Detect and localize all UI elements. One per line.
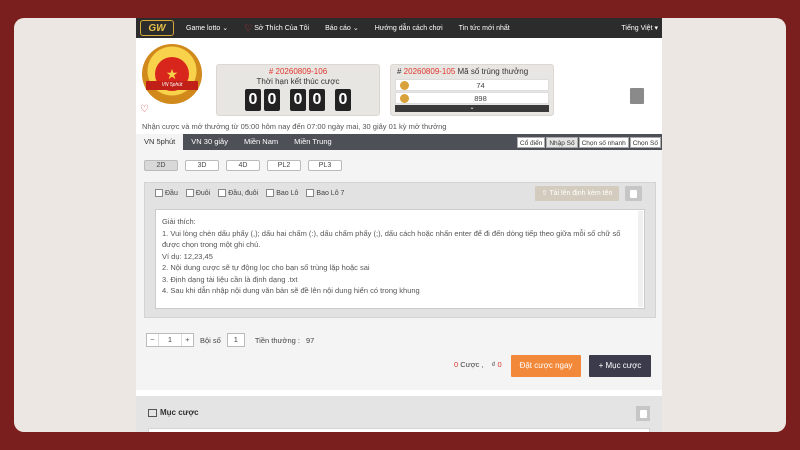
prize-value: 97 xyxy=(305,335,315,345)
game-header: ★ VN 5phút ♡ # 20260809-106 Thời hạn kết… xyxy=(136,38,662,134)
bet-options: Đầu Đuôi Đầu, đuôi Bao Lô Bao Lô 7 xyxy=(155,189,344,197)
countdown-digit: 0 xyxy=(290,89,306,111)
chevron-down-icon: ⌄ xyxy=(352,25,359,32)
quantity-stepper: − 1 + xyxy=(146,333,194,347)
top-nav: GW Game lotto ⌄ ♡ Sở Thích Của Tôi Báo cáo… xyxy=(136,18,662,38)
upload-file-button[interactable]: ⇧ Tải lên định kèm tên xyxy=(535,186,619,201)
trash-icon xyxy=(630,189,637,198)
badge-label: VN 5phút xyxy=(146,81,198,90)
bet-form: 2D 3D 4D PL2 PL3 Đầu Đuôi Đầu, đuôi Bao … xyxy=(136,150,662,432)
multiplier-label: Bội số xyxy=(200,335,221,345)
schedule-notice: Nhận cược và mở thưởng từ 05:00 hôm nay … xyxy=(142,122,447,131)
countdown-digit: 0 xyxy=(309,89,325,111)
bet-list xyxy=(148,428,650,432)
game-tabs: VN 5phút VN 30 giây Miền Nam Miền Trung … xyxy=(136,134,662,150)
list-icon xyxy=(148,408,157,417)
result-card: # 20260809-105 Mã số trúng thưởng 74 898… xyxy=(390,64,554,116)
chevron-down-icon: ⌄ xyxy=(222,25,229,32)
countdown-digit: 0 xyxy=(264,89,280,111)
digit-type-4d[interactable]: 4D xyxy=(226,160,260,171)
checkbox[interactable] xyxy=(266,189,275,197)
nav-report[interactable]: Báo cáo ⌄ xyxy=(325,24,359,33)
quantity-value[interactable]: 1 xyxy=(158,334,182,346)
checkbox[interactable] xyxy=(306,189,315,197)
mode-quick-pick-button[interactable]: Chọn số nhanh xyxy=(578,136,629,148)
countdown-digit: 0 xyxy=(335,89,351,111)
nav-game-lotto[interactable]: Game lotto ⌄ xyxy=(186,24,229,33)
digit-type-selector: 2D 3D 4D PL2 PL3 xyxy=(144,160,342,171)
expand-results-chevron-icon[interactable]: ⌄ xyxy=(395,105,549,112)
prize-label: Tiền thưởng : xyxy=(254,335,300,345)
number-entry-panel: Đầu Đuôi Đầu, đuôi Bao Lô Bao Lô 7 ⇧ Tải… xyxy=(144,182,656,318)
checkbox[interactable] xyxy=(218,189,227,197)
bet-controls: − 1 + Bội số 1 Tiền thưởng : 97 xyxy=(146,333,314,347)
document-icon[interactable] xyxy=(630,88,644,104)
clear-button[interactable] xyxy=(625,186,642,201)
medal-icon xyxy=(400,80,409,90)
trash-icon xyxy=(639,409,647,418)
option-bao-lo[interactable]: Bao Lô xyxy=(266,189,298,197)
tab-mien-nam[interactable]: Miền Nam xyxy=(236,134,286,150)
add-bet-button[interactable]: + Mục cược xyxy=(589,355,651,377)
medal-icon xyxy=(400,93,409,103)
digit-type-3d[interactable]: 3D xyxy=(185,160,219,171)
clear-bets-button[interactable] xyxy=(636,406,650,421)
nav-guide[interactable]: Hướng dẫn cách chơi xyxy=(375,25,443,32)
checkbox[interactable] xyxy=(185,189,194,197)
checkbox[interactable] xyxy=(155,189,163,197)
bet-list-section: Mục cược xyxy=(136,396,662,432)
tab-vn-5phut[interactable]: VN 5phút xyxy=(136,134,184,150)
option-dau-duoi[interactable]: Đầu, đuôi xyxy=(218,189,258,197)
option-bao-lo-7[interactable]: Bao Lô 7 xyxy=(306,189,344,197)
option-dau[interactable]: Đầu xyxy=(155,189,178,197)
game-badge: ★ VN 5phút xyxy=(142,44,202,104)
number-input-area[interactable]: Giải thích: 1. Vui lòng chèn dấu phẩy (,… xyxy=(155,209,645,309)
countdown-card: # 20260809-106 Thời hạn kết thúc cược 0 … xyxy=(216,64,380,116)
scrollbar[interactable] xyxy=(638,211,643,307)
digit-type-pl2[interactable]: PL2 xyxy=(267,160,301,171)
nav-news[interactable]: Tin tức mới nhất xyxy=(459,25,510,32)
lottery-app: GW Game lotto ⌄ ♡ Sở Thích Của Tôi Báo cáo… xyxy=(136,18,662,432)
increment-button[interactable]: + xyxy=(182,334,193,346)
decrement-button[interactable]: − xyxy=(147,334,158,346)
current-round: # 20260809-106 xyxy=(268,67,328,76)
mode-enter-number-button[interactable]: Nhập Số xyxy=(546,136,578,148)
result-row: 74 xyxy=(395,79,549,91)
language-select[interactable]: Tiếng Việt ▾ xyxy=(621,24,658,32)
result-title: # 20260809-105 Mã số trúng thưởng xyxy=(397,67,529,76)
tab-mien-trung[interactable]: Miền Trung xyxy=(286,134,340,150)
mode-pick-number-button[interactable]: Chọn Số xyxy=(629,136,661,148)
site-logo[interactable]: GW xyxy=(140,20,174,36)
digit-type-pl3[interactable]: PL3 xyxy=(308,160,342,171)
favorite-heart-icon[interactable]: ♡ xyxy=(140,104,149,115)
countdown-digit: 0 xyxy=(245,89,261,111)
countdown-label: Thời hạn kết thúc cược xyxy=(256,77,340,86)
digit-type-2d[interactable]: 2D xyxy=(144,160,178,171)
option-duoi[interactable]: Đuôi xyxy=(185,189,210,197)
bet-list-title: Mục cược xyxy=(148,408,199,417)
countdown-digits: 0 0 0 0 0 xyxy=(217,89,379,111)
tab-vn-30-giay[interactable]: VN 30 giây xyxy=(183,134,236,150)
nav-favorites[interactable]: ♡ Sở Thích Của Tôi xyxy=(244,23,309,34)
result-row: 898 xyxy=(395,92,549,104)
bet-summary: 0 Cược , ₫ 0 xyxy=(454,360,502,369)
place-bet-button[interactable]: Đặt cược ngay xyxy=(511,355,581,377)
multiplier-input[interactable]: 1 xyxy=(226,333,245,347)
mode-classic-button[interactable]: Cổ điển xyxy=(516,136,546,148)
heart-icon: ♡ xyxy=(244,22,253,33)
